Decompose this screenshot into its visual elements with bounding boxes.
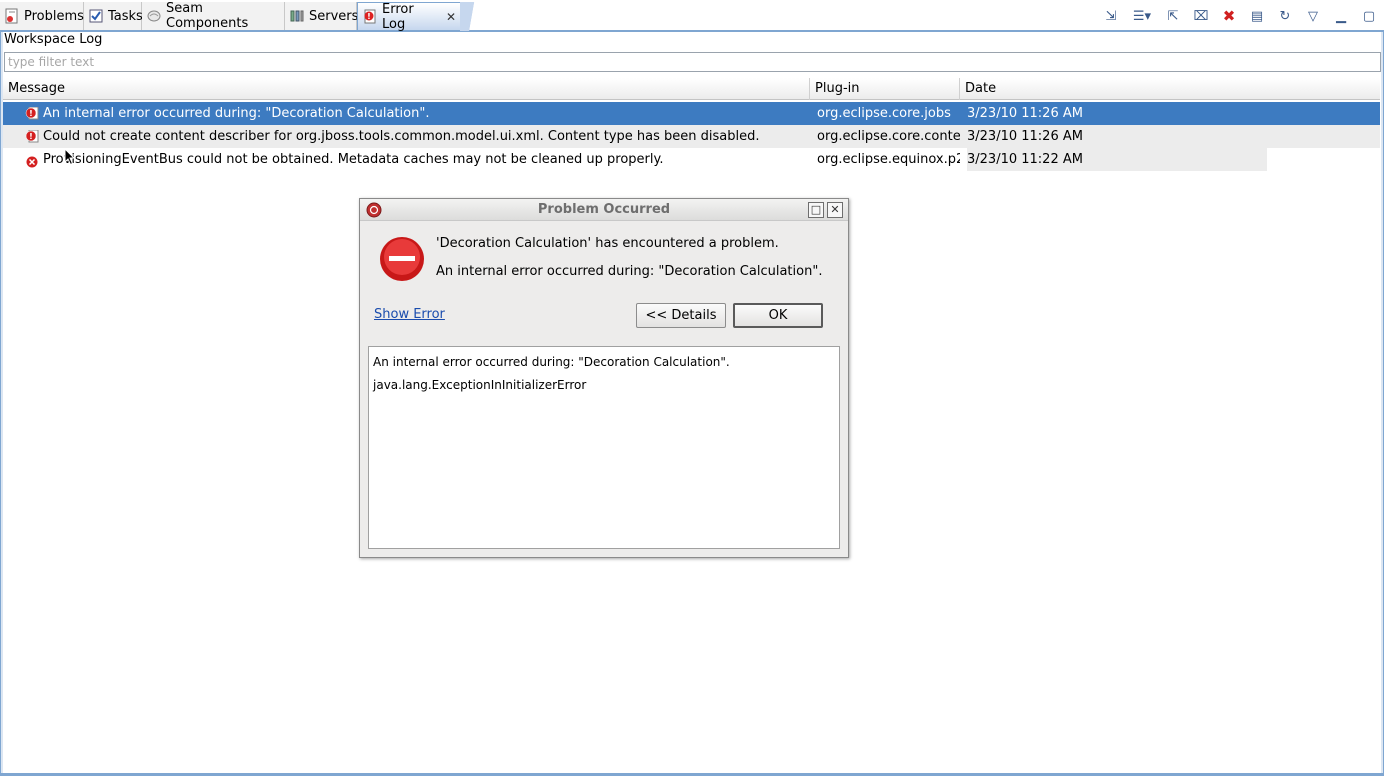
svg-text:!: !: [29, 132, 33, 141]
filters-menu-icon[interactable]: ☰▾: [1130, 7, 1154, 25]
maximize-window-icon[interactable]: □: [808, 202, 824, 218]
close-window-icon[interactable]: ✕: [827, 202, 843, 218]
dialog-headline: 'Decoration Calculation' has encountered…: [436, 236, 779, 251]
message-cell: Could not create content describer for o…: [43, 129, 760, 144]
tab-tail: [460, 2, 490, 31]
minimize-icon[interactable]: ▁: [1332, 7, 1350, 25]
tasks-icon: [88, 8, 104, 24]
details-line: An internal error occurred during: "Deco…: [373, 355, 730, 369]
plugin-cell: org.eclipse.core.contenttype: [817, 129, 960, 144]
plugin-cell: org.eclipse.core.jobs: [817, 106, 951, 121]
column-header-date[interactable]: Date: [960, 78, 1380, 100]
error-with-children-icon: !: [25, 106, 39, 120]
svg-text:!: !: [29, 109, 33, 118]
tab-seam-components[interactable]: Seam Components: [142, 1, 285, 31]
view-menu-icon[interactable]: ▽: [1304, 7, 1322, 25]
date-cell: 3/23/10 11:26 AM: [967, 106, 1083, 121]
clear-log-viewer-icon[interactable]: ⌧: [1192, 7, 1210, 25]
error-with-children-icon: !: [25, 129, 39, 143]
tab-label: Tasks: [108, 8, 143, 24]
details-line: java.lang.ExceptionInInitializerError: [373, 378, 587, 392]
message-cell: An internal error occurred during: "Deco…: [43, 106, 430, 121]
seam-components-icon: [146, 8, 162, 24]
servers-icon: [289, 8, 305, 24]
workspace-log-title: Workspace Log: [4, 32, 103, 47]
column-header-message[interactable]: Message: [3, 78, 810, 100]
plugin-cell: org.eclipse.equinox.p2.metadata: [817, 152, 960, 167]
table-header: Message Plug-in Date: [3, 78, 1380, 100]
dialog-message: An internal error occurred during: "Deco…: [436, 264, 823, 279]
svg-text:!: !: [367, 12, 371, 21]
tab-label: Error Log: [382, 1, 414, 32]
date-cell: 3/23/10 11:26 AM: [967, 129, 1083, 144]
tab-label: Servers: [309, 8, 359, 24]
table-row[interactable]: ProvisioningEventBus could not be obtain…: [3, 148, 1380, 171]
close-icon[interactable]: ✕: [446, 10, 456, 24]
tab-servers[interactable]: Servers: [285, 2, 359, 30]
date-cell: 3/23/10 11:22 AM: [967, 148, 1267, 171]
message-cell: ProvisioningEventBus could not be obtain…: [43, 152, 664, 167]
problem-occurred-dialog: Problem Occurred □ ✕ 'Decoration Calcula…: [359, 198, 849, 558]
error-log-icon: !: [362, 9, 378, 25]
tab-tasks[interactable]: Tasks: [84, 2, 143, 30]
mouse-pointer-icon: [64, 148, 76, 166]
show-error-link[interactable]: Show Error: [374, 307, 445, 322]
import-log-icon[interactable]: ⇱: [1164, 7, 1182, 25]
tab-label: Seam Components: [166, 1, 249, 31]
ok-button[interactable]: OK: [733, 303, 823, 328]
dialog-title-bar[interactable]: Problem Occurred □ ✕: [360, 199, 848, 221]
details-text-area[interactable]: An internal error occurred during: "Deco…: [368, 346, 840, 549]
restore-log-icon[interactable]: ↻: [1276, 7, 1294, 25]
filter-input[interactable]: [4, 52, 1381, 72]
error-stop-icon: [380, 237, 424, 281]
table-row[interactable]: ! An internal error occurred during: "De…: [3, 102, 1380, 125]
tab-error-log[interactable]: ! Error Log ✕: [357, 1, 461, 32]
details-button[interactable]: << Details: [636, 303, 726, 328]
maximize-icon[interactable]: ▢: [1360, 7, 1378, 25]
open-log-icon[interactable]: ▤: [1248, 7, 1266, 25]
view-tab-bar: Problems Tasks Seam Components Servers !…: [0, 0, 1384, 32]
column-header-plugin[interactable]: Plug-in: [810, 78, 960, 100]
delete-log-icon[interactable]: ✖: [1220, 7, 1238, 25]
dialog-title: Problem Occurred: [537, 202, 671, 217]
export-log-icon[interactable]: ⇲: [1102, 7, 1120, 25]
problems-icon: [4, 8, 20, 24]
tab-label: Problems: [24, 8, 84, 24]
view-toolbar: ⇲ ☰▾ ⇱ ⌧ ✖ ▤ ↻ ▽ ▁ ▢: [1102, 4, 1378, 28]
table-row[interactable]: ! Could not create content describer for…: [3, 125, 1380, 148]
error-icon: [26, 153, 38, 168]
tab-problems[interactable]: Problems: [0, 2, 84, 30]
